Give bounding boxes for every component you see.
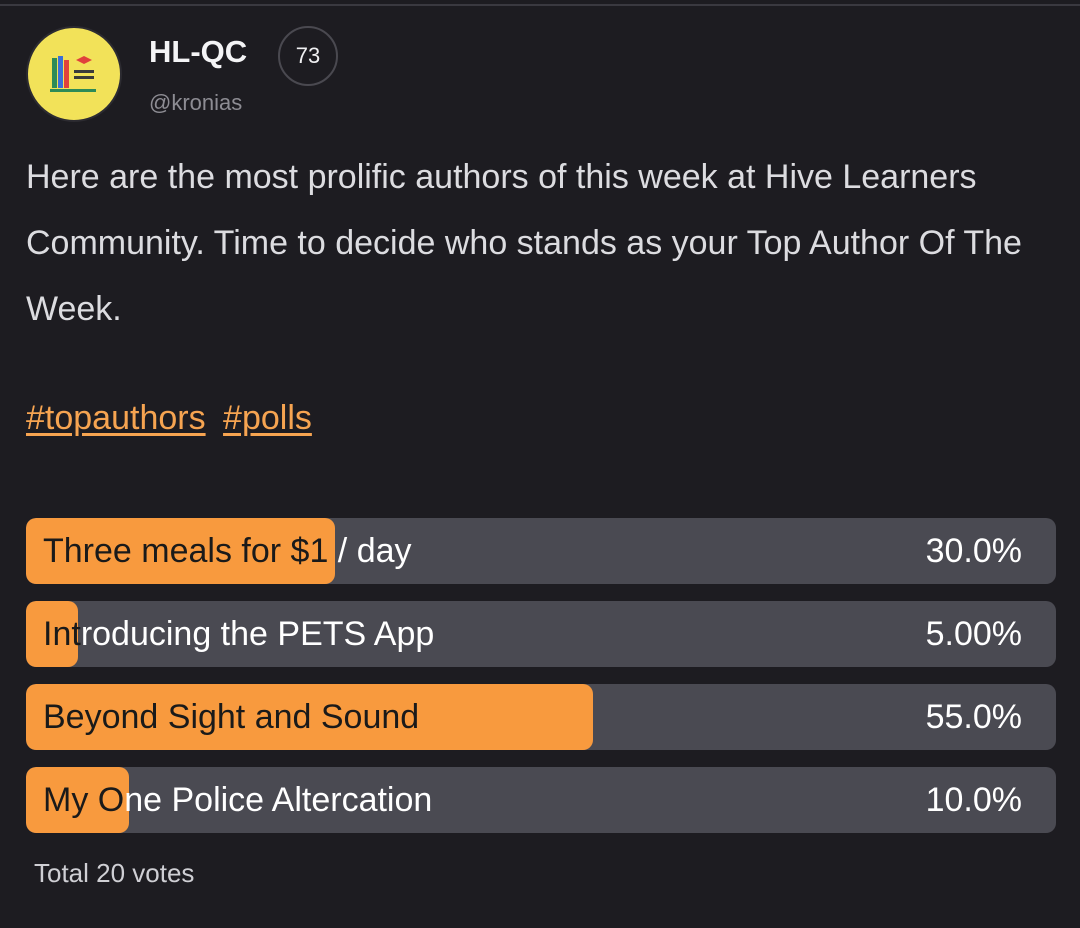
- avatar[interactable]: [26, 26, 122, 122]
- poll-option-percent: 30.0%: [925, 532, 1022, 570]
- poll-total-votes: Total 20 votes: [34, 858, 195, 888]
- poll-option-percent: 55.0%: [925, 698, 1022, 736]
- poll-option-label: Three meals for $1 / day: [43, 532, 412, 570]
- post-body: Here are the most prolific authors of th…: [26, 158, 1022, 328]
- poll-option[interactable]: My One Police Altercation 10.0%: [26, 767, 1056, 833]
- poll-option[interactable]: Introducing the PETS App 5.00%: [26, 601, 1056, 667]
- poll-option[interactable]: Three meals for $1 / day 30.0%: [26, 518, 1056, 584]
- poll-option[interactable]: Beyond Sight and Sound 55.0%: [26, 684, 1056, 750]
- poll: Three meals for $1 / day 30.0% Introduci…: [26, 518, 1056, 850]
- poll-option-label: Beyond Sight and Sound: [43, 698, 420, 736]
- reputation-badge: 73: [278, 26, 338, 86]
- post-tags: #topauthors #polls: [26, 392, 320, 444]
- poll-option-label: My One Police Altercation: [43, 781, 433, 819]
- author-handle[interactable]: @kronias: [149, 90, 242, 116]
- tag-topauthors[interactable]: #topauthors: [26, 399, 206, 437]
- author-name[interactable]: HL-QC: [149, 34, 247, 70]
- post-card: HL-QC 73 @kronias Here are the most prol…: [0, 0, 1080, 928]
- hive-learners-logo-icon: [50, 56, 96, 92]
- poll-option-percent: 5.00%: [925, 615, 1022, 653]
- tag-polls[interactable]: #polls: [223, 399, 312, 437]
- poll-option-percent: 10.0%: [925, 781, 1022, 819]
- poll-option-label: Introducing the PETS App: [43, 615, 435, 653]
